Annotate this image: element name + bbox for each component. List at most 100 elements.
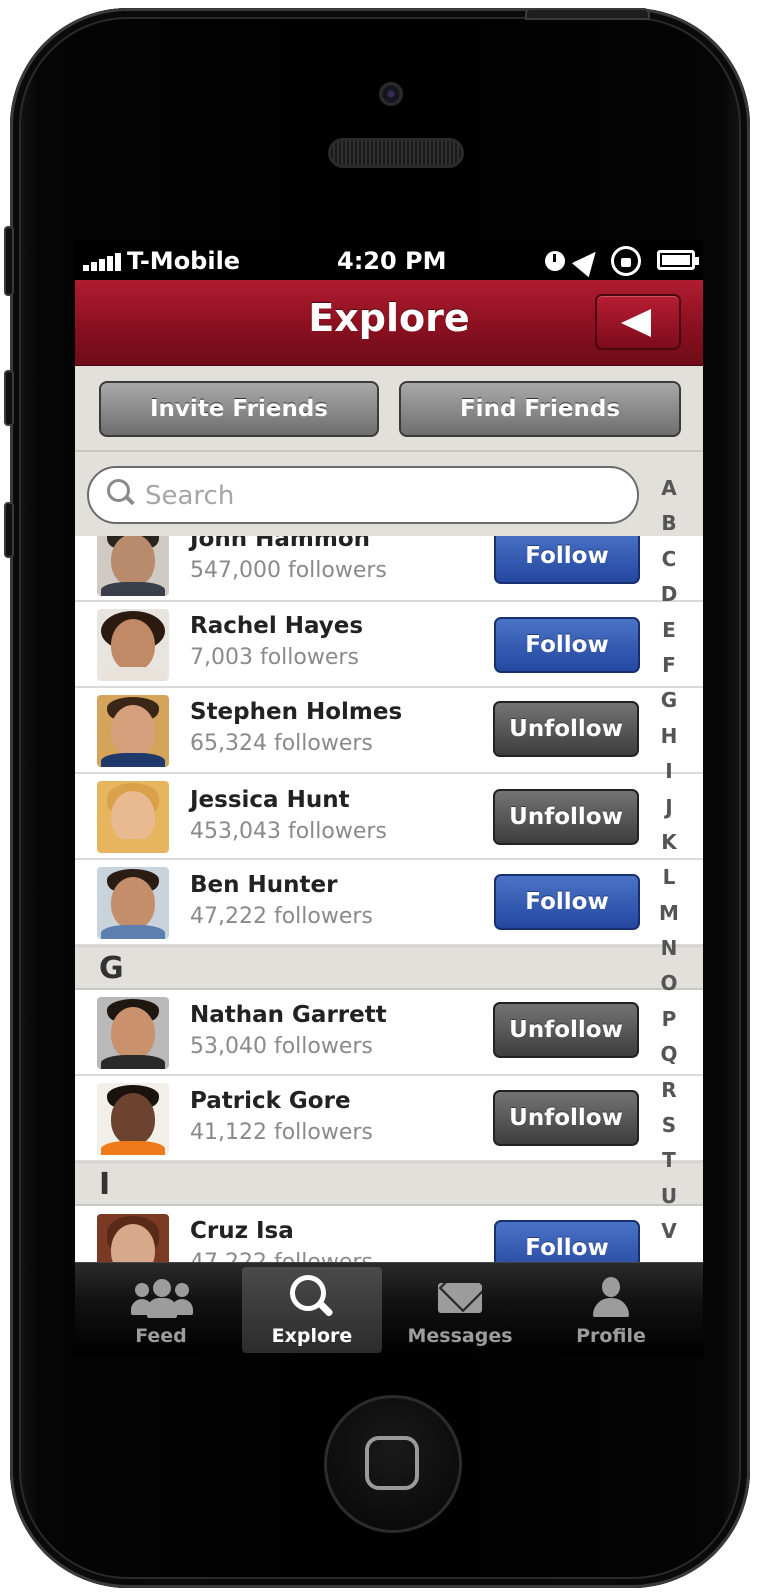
index-letter[interactable]: U bbox=[647, 1184, 691, 1219]
tab-messages[interactable]: Messages bbox=[390, 1267, 530, 1353]
tab-label: Profile bbox=[576, 1325, 646, 1347]
section-letter: G bbox=[99, 951, 124, 986]
status-time: 4:20 PM bbox=[337, 247, 447, 275]
index-letter[interactable]: S bbox=[647, 1113, 691, 1148]
person-name: Patrick Gore bbox=[190, 1088, 351, 1114]
index-letter[interactable]: B bbox=[647, 511, 691, 546]
search-placeholder: Search bbox=[145, 481, 235, 511]
earpiece-speaker bbox=[328, 138, 464, 168]
index-letter[interactable]: J bbox=[647, 795, 691, 830]
avatar bbox=[97, 1214, 169, 1262]
avatar bbox=[97, 867, 169, 939]
list-item[interactable]: Nathan Garrett 53,040 followers Unfollow bbox=[75, 990, 703, 1076]
tab-label: Explore bbox=[271, 1325, 353, 1347]
section-letter: I bbox=[99, 1167, 111, 1202]
follower-count: 53,040 followers bbox=[190, 1034, 373, 1059]
list-item[interactable]: Ben Hunter 47,222 followers Follow bbox=[75, 860, 703, 946]
avatar bbox=[97, 1083, 169, 1155]
follower-count: 65,324 followers bbox=[190, 731, 373, 756]
power-button bbox=[525, 8, 650, 20]
tab-label: Messages bbox=[407, 1325, 513, 1347]
find-friends-button[interactable]: Find Friends bbox=[399, 381, 681, 437]
index-letter[interactable]: N bbox=[647, 936, 691, 971]
invite-friends-button[interactable]: Invite Friends bbox=[99, 381, 379, 437]
follow-button[interactable]: Follow bbox=[494, 536, 640, 584]
unfollow-button[interactable]: Unfollow bbox=[493, 789, 639, 845]
tab-feed[interactable]: Feed bbox=[91, 1267, 231, 1353]
carrier-name: T-Mobile bbox=[127, 247, 241, 275]
index-letter[interactable]: R bbox=[647, 1078, 691, 1113]
tab-explore[interactable]: Explore bbox=[242, 1267, 382, 1353]
person-icon bbox=[591, 1277, 631, 1319]
follower-count: 453,043 followers bbox=[190, 819, 387, 844]
follow-button[interactable]: Follow bbox=[494, 617, 640, 673]
location-arrow-icon bbox=[571, 244, 605, 278]
avatar bbox=[97, 997, 169, 1069]
index-letter[interactable]: E bbox=[647, 618, 691, 653]
follow-button[interactable]: Follow bbox=[494, 1220, 640, 1262]
list-item[interactable]: Jessica Hunt 453,043 followers Unfollow bbox=[75, 774, 703, 860]
index-letter[interactable]: K bbox=[647, 830, 691, 865]
list-item[interactable]: Stephen Holmes 65,324 followers Unfollow bbox=[75, 688, 703, 774]
home-square-icon bbox=[365, 1436, 419, 1490]
index-letter[interactable]: I bbox=[647, 759, 691, 794]
follower-count: 7,003 followers bbox=[190, 645, 359, 670]
index-letter[interactable]: C bbox=[647, 547, 691, 582]
rotation-lock-icon bbox=[611, 246, 641, 276]
avatar bbox=[97, 781, 169, 853]
person-name: Ben Hunter bbox=[190, 872, 338, 898]
index-letter[interactable]: M bbox=[647, 901, 691, 936]
signal-icon bbox=[83, 253, 123, 271]
section-header-i: I bbox=[75, 1162, 703, 1206]
people-icon bbox=[131, 1279, 193, 1319]
index-letter[interactable]: V bbox=[647, 1219, 691, 1254]
alphabet-index[interactable]: A B C D E F G H I J K L M N O P Q R S T … bbox=[647, 476, 691, 1255]
avatar bbox=[97, 609, 169, 681]
people-list[interactable]: John Hammon 547,000 followers Follow Rac… bbox=[75, 536, 703, 1262]
index-letter[interactable]: G bbox=[647, 688, 691, 723]
screen: T-Mobile 4:20 PM Explore Invite Friends … bbox=[75, 240, 703, 1356]
tab-profile[interactable]: Profile bbox=[541, 1267, 681, 1353]
follower-count: 47,222 followers bbox=[190, 904, 373, 929]
list-item[interactable]: Patrick Gore 41,122 followers Unfollow bbox=[75, 1076, 703, 1162]
volume-down-button bbox=[4, 502, 14, 558]
follower-count: 47,222 followers bbox=[190, 1250, 373, 1262]
person-name: Nathan Garrett bbox=[190, 1002, 387, 1028]
person-name: John Hammon bbox=[190, 536, 370, 552]
phone-frame: T-Mobile 4:20 PM Explore Invite Friends … bbox=[4, 8, 750, 1588]
follower-count: 547,000 followers bbox=[190, 558, 387, 583]
index-letter[interactable]: O bbox=[647, 971, 691, 1006]
volume-up-button bbox=[4, 370, 14, 426]
envelope-icon bbox=[438, 1283, 482, 1313]
back-button[interactable] bbox=[595, 294, 681, 350]
index-letter[interactable]: L bbox=[647, 865, 691, 900]
follow-button[interactable]: Follow bbox=[494, 874, 640, 930]
follower-count: 41,122 followers bbox=[190, 1120, 373, 1145]
person-name: Rachel Hayes bbox=[190, 613, 364, 639]
navigation-bar: Explore bbox=[75, 280, 703, 366]
list-item[interactable]: Cruz Isa 47,222 followers Follow bbox=[75, 1206, 703, 1262]
search-input[interactable]: Search bbox=[87, 466, 639, 524]
index-letter[interactable]: P bbox=[647, 1007, 691, 1042]
battery-icon bbox=[657, 250, 699, 270]
person-name: Stephen Holmes bbox=[190, 699, 403, 725]
index-letter[interactable]: Q bbox=[647, 1042, 691, 1077]
status-bar: T-Mobile 4:20 PM bbox=[75, 240, 703, 280]
list-item[interactable]: John Hammon 547,000 followers Follow bbox=[75, 536, 703, 602]
avatar bbox=[97, 695, 169, 767]
unfollow-button[interactable]: Unfollow bbox=[493, 701, 639, 757]
search-icon bbox=[290, 1275, 336, 1321]
unfollow-button[interactable]: Unfollow bbox=[493, 1090, 639, 1146]
index-letter[interactable]: A bbox=[647, 476, 691, 511]
mute-switch bbox=[4, 226, 14, 296]
list-item[interactable]: Rachel Hayes 7,003 followers Follow bbox=[75, 602, 703, 688]
index-letter[interactable]: H bbox=[647, 724, 691, 759]
back-arrow-icon bbox=[621, 309, 651, 337]
index-letter[interactable]: F bbox=[647, 653, 691, 688]
section-header-g: G bbox=[75, 946, 703, 990]
alarm-clock-icon bbox=[545, 251, 565, 271]
index-letter[interactable]: T bbox=[647, 1148, 691, 1183]
search-row: Search bbox=[75, 454, 703, 538]
index-letter[interactable]: D bbox=[647, 582, 691, 617]
unfollow-button[interactable]: Unfollow bbox=[493, 1002, 639, 1058]
